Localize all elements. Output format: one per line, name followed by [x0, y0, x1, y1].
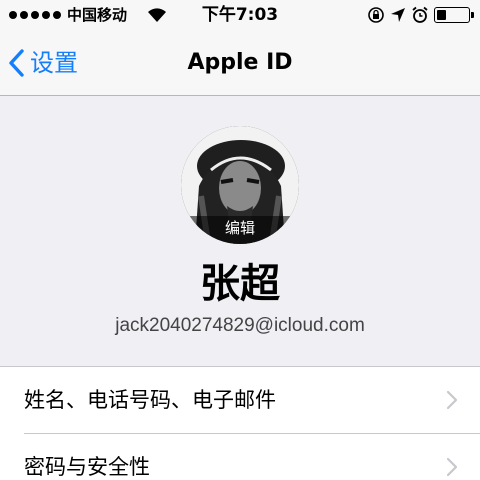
page-title: Apple ID	[187, 50, 293, 75]
settings-list: 姓名、电话号码、电子邮件 密码与安全性	[0, 366, 480, 480]
rotation-lock-icon	[368, 7, 384, 23]
settings-row-password-security[interactable]: 密码与安全性	[0, 434, 480, 480]
status-icons	[367, 6, 474, 24]
settings-row-label: 密码与安全性	[24, 455, 150, 479]
navigation-bar: 设置 Apple ID	[0, 30, 480, 96]
profile-header: 编辑 张超 jack2040274829@icloud.com	[0, 96, 480, 366]
apple-id-screen: 中国移动 下午7:03 设置 Apple ID 编辑 张超 jack204027…	[0, 0, 480, 480]
status-bar: 中国移动 下午7:03	[0, 0, 480, 30]
chevron-right-icon	[446, 457, 458, 477]
settings-row-label: 姓名、电话号码、电子邮件	[24, 388, 276, 412]
chevron-right-icon	[446, 390, 458, 410]
avatar[interactable]: 编辑	[181, 126, 299, 244]
profile-email: jack2040274829@icloud.com	[115, 315, 365, 336]
location-arrow-icon	[391, 8, 405, 22]
battery-icon	[434, 7, 474, 23]
alarm-icon	[412, 6, 428, 23]
avatar-edit-label[interactable]: 编辑	[181, 216, 299, 244]
profile-name: 张超	[200, 261, 280, 307]
settings-row-name-phone-email[interactable]: 姓名、电话号码、电子邮件	[0, 367, 480, 433]
